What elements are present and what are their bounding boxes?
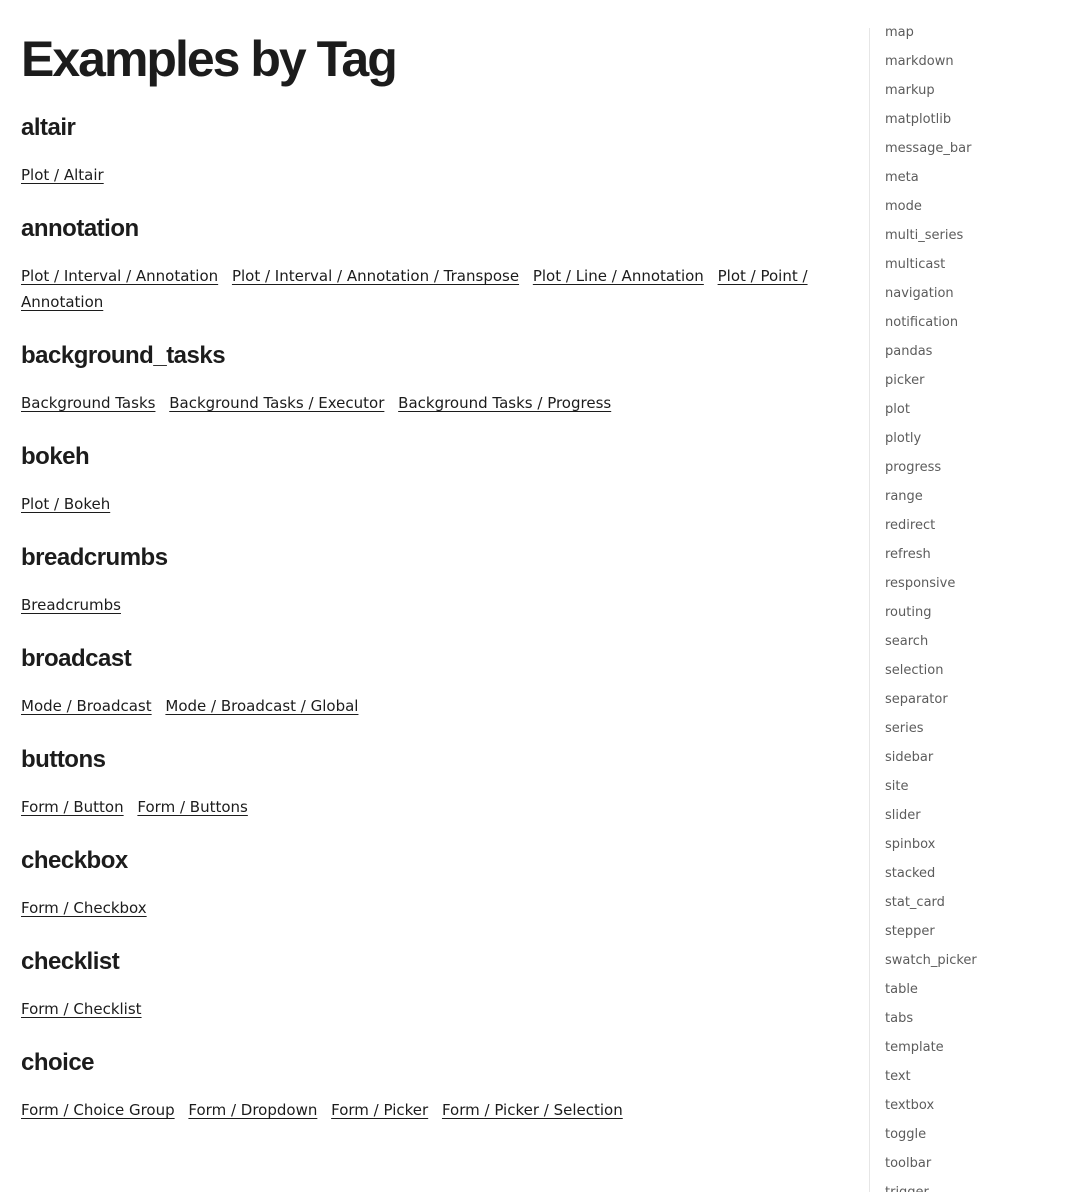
sidebar-tag-link[interactable]: redirect [885, 511, 977, 540]
sidebar-tag-link[interactable]: template [885, 1033, 977, 1062]
tag-heading: broadcast [21, 645, 132, 672]
tag-section-checklist: checklist Form / Checklist [21, 946, 841, 1022]
sidebar-tag-link[interactable]: stepper [885, 917, 977, 946]
sidebar-tag-link[interactable]: markdown [885, 47, 977, 76]
example-link[interactable]: Form / Picker / Selection [442, 1101, 623, 1119]
sidebar-tag-link[interactable]: routing [885, 598, 977, 627]
example-link[interactable]: Plot / Altair [21, 166, 104, 184]
sidebar-tag-link[interactable]: text [885, 1062, 977, 1091]
sidebar-tag-link[interactable]: responsive [885, 569, 977, 598]
sidebar-tag-link[interactable]: trigger [885, 1178, 977, 1192]
tag-sidebar[interactable]: map markdown markup matplotlib message_bar me… [869, 28, 1067, 1192]
sidebar-tag-link[interactable]: message_bar [885, 134, 977, 163]
sidebar-tag-link[interactable]: plot [885, 395, 977, 424]
sidebar-tag-link[interactable]: stat_card [885, 888, 977, 917]
page-title: Examples by Tag [21, 31, 398, 87]
example-link[interactable]: Form / Choice Group [21, 1101, 175, 1119]
tag-sections: altair Plot / Altair annotation Plot / Int… [21, 112, 841, 1148]
sidebar-tag-link[interactable]: navigation [885, 279, 977, 308]
sidebar-tag-link[interactable]: separator [885, 685, 977, 714]
tag-heading: checklist [21, 948, 120, 975]
sidebar-tag-link[interactable]: series [885, 714, 977, 743]
example-link[interactable]: Form / Buttons [137, 798, 247, 816]
sidebar-tag-link[interactable]: sidebar [885, 743, 977, 772]
example-link[interactable]: Form / Checkbox [21, 899, 147, 917]
example-links: Breadcrumbs [21, 592, 841, 618]
sidebar-tag-link[interactable]: markup [885, 76, 977, 105]
example-links: Form / Choice Group Form / Dropdown Form… [21, 1097, 841, 1123]
tag-section-bokeh: bokeh Plot / Bokeh [21, 441, 841, 517]
example-link[interactable]: Plot / Bokeh [21, 495, 110, 513]
sidebar-tag-link[interactable]: refresh [885, 540, 977, 569]
example-links: Form / Checklist [21, 996, 841, 1022]
example-link[interactable]: Background Tasks / Progress [398, 394, 611, 412]
sidebar-tag-link[interactable]: swatch_picker [885, 946, 977, 975]
sidebar-tag-link[interactable]: multicast [885, 250, 977, 279]
tag-section-buttons: buttons Form / Button Form / Buttons [21, 744, 841, 820]
example-links: Mode / Broadcast Mode / Broadcast / Glob… [21, 693, 841, 719]
example-link[interactable]: Background Tasks [21, 394, 155, 412]
sidebar-tag-link[interactable]: slider [885, 801, 977, 830]
tag-heading: choice [21, 1049, 95, 1076]
example-link[interactable]: Form / Picker [331, 1101, 428, 1119]
sidebar-tag-link[interactable]: matplotlib [885, 105, 977, 134]
sidebar-tag-link[interactable]: toggle [885, 1120, 977, 1149]
tag-heading: buttons [21, 746, 106, 773]
sidebar-tag-link[interactable]: table [885, 975, 977, 1004]
example-link[interactable]: Plot / Line / Annotation [533, 267, 704, 285]
sidebar-tag-link[interactable]: pandas [885, 337, 977, 366]
sidebar-tag-link[interactable]: toolbar [885, 1149, 977, 1178]
sidebar-tag-link[interactable]: plotly [885, 424, 977, 453]
tag-heading: breadcrumbs [21, 544, 168, 571]
tag-section-breadcrumbs: breadcrumbs Breadcrumbs [21, 542, 841, 618]
example-link[interactable]: Mode / Broadcast / Global [165, 697, 358, 715]
sidebar-tag-link[interactable]: search [885, 627, 977, 656]
sidebar-tag-link[interactable]: site [885, 772, 977, 801]
tag-heading: background_tasks [21, 342, 226, 369]
tag-heading: annotation [21, 215, 139, 242]
example-link[interactable]: Form / Button [21, 798, 124, 816]
sidebar-tag-link[interactable]: map [885, 28, 977, 47]
example-link[interactable]: Background Tasks / Executor [169, 394, 384, 412]
tag-section-altair: altair Plot / Altair [21, 112, 841, 188]
tag-section-choice: choice Form / Choice Group Form / Dropdow… [21, 1047, 841, 1123]
sidebar-tag-link[interactable]: progress [885, 453, 977, 482]
tag-heading: checkbox [21, 847, 128, 874]
example-link[interactable]: Form / Checklist [21, 1000, 142, 1018]
example-link[interactable]: Plot / Interval / Annotation [21, 267, 218, 285]
sidebar-tag-list: map markdown markup matplotlib message_bar me… [885, 28, 977, 1192]
example-links: Plot / Bokeh [21, 491, 841, 517]
example-links: Plot / Altair [21, 162, 841, 188]
example-links: Form / Checkbox [21, 895, 841, 921]
tag-section-broadcast: broadcast Mode / Broadcast Mode / Broadca… [21, 643, 841, 719]
tag-section-annotation: annotation Plot / Interval / Annotation P… [21, 213, 841, 315]
tag-section-checkbox: checkbox Form / Checkbox [21, 845, 841, 921]
sidebar-tag-link[interactable]: textbox [885, 1091, 977, 1120]
tag-section-background_tasks: background_tasks Background Tasks Backgro… [21, 340, 841, 416]
sidebar-tag-link[interactable]: mode [885, 192, 977, 221]
tag-heading: bokeh [21, 443, 90, 470]
example-link[interactable]: Plot / Interval / Annotation / Transpose [232, 267, 519, 285]
sidebar-tag-link[interactable]: selection [885, 656, 977, 685]
example-link[interactable]: Mode / Broadcast [21, 697, 152, 715]
sidebar-tag-link[interactable]: range [885, 482, 977, 511]
tag-heading: altair [21, 114, 76, 141]
example-links: Form / Button Form / Buttons [21, 794, 841, 820]
sidebar-tag-link[interactable]: picker [885, 366, 977, 395]
sidebar-tag-link[interactable]: stacked [885, 859, 977, 888]
example-link[interactable]: Form / Dropdown [188, 1101, 317, 1119]
example-links: Plot / Interval / Annotation Plot / Inte… [21, 263, 841, 315]
example-link[interactable]: Breadcrumbs [21, 596, 121, 614]
sidebar-tag-link[interactable]: notification [885, 308, 977, 337]
example-links: Background Tasks Background Tasks / Exec… [21, 390, 841, 416]
sidebar-tag-link[interactable]: meta [885, 163, 977, 192]
sidebar-tag-link[interactable]: tabs [885, 1004, 977, 1033]
sidebar-tag-link[interactable]: spinbox [885, 830, 977, 859]
sidebar-tag-link[interactable]: multi_series [885, 221, 977, 250]
